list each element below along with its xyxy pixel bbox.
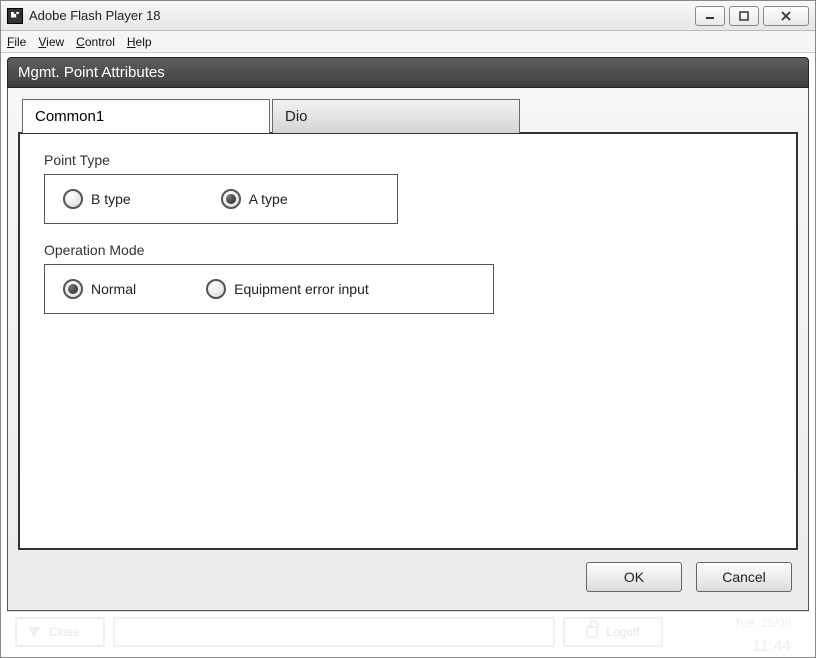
tab-label: Common1 (35, 108, 104, 125)
status-logoff-button[interactable]: Logoff (563, 617, 663, 647)
tab-dio[interactable]: Dio (272, 99, 520, 133)
tab-common1[interactable]: Common1 (22, 99, 270, 133)
maximize-button[interactable] (729, 6, 759, 26)
radio-label: B type (91, 191, 131, 207)
tabs: Common1 Dio (22, 98, 798, 132)
dialog-buttons: OK Cancel (18, 550, 798, 596)
menu-file[interactable]: File (7, 35, 26, 49)
point-type-group: B type A type (44, 174, 398, 224)
radio-icon (63, 279, 83, 299)
radio-b-type[interactable]: B type (63, 189, 131, 209)
radio-label: Normal (91, 281, 136, 297)
app-body: Mgmt. Point Attributes Common1 Dio Point… (1, 53, 815, 657)
minimize-icon (705, 11, 715, 21)
radio-icon (63, 189, 83, 209)
tab-content: Point Type B type A type Operation Mode (18, 132, 798, 550)
status-spacer (113, 617, 555, 647)
attributes-panel: Mgmt. Point Attributes Common1 Dio Point… (7, 57, 809, 611)
radio-icon (206, 279, 226, 299)
button-label: Cancel (722, 569, 766, 585)
tab-label: Dio (285, 108, 308, 125)
status-close-button[interactable]: Close (15, 617, 105, 647)
menu-control[interactable]: Control (76, 35, 115, 49)
arrow-down-icon (27, 627, 41, 637)
close-window-button[interactable] (763, 6, 809, 26)
radio-label: Equipment error input (234, 281, 369, 297)
status-close-label: Close (49, 625, 80, 639)
ok-button[interactable]: OK (586, 562, 682, 592)
window-title: Adobe Flash Player 18 (29, 8, 695, 23)
status-datetime: Tue, 25/08 11:44 (671, 617, 801, 647)
status-time: 11:44 (752, 638, 791, 656)
maximize-icon (739, 11, 749, 21)
status-date: Tue, 25/08 (734, 617, 791, 630)
operation-mode-label: Operation Mode (44, 242, 772, 258)
close-icon (780, 11, 792, 21)
panel-title: Mgmt. Point Attributes (7, 57, 809, 88)
menu-help[interactable]: Help (127, 35, 152, 49)
statusbar: Close Logoff Tue, 25/08 11:44 (7, 611, 809, 651)
radio-equipment-error[interactable]: Equipment error input (206, 279, 369, 299)
radio-icon (221, 189, 241, 209)
menubar: File View Control Help (1, 31, 815, 53)
minimize-button[interactable] (695, 6, 725, 26)
status-logoff-label: Logoff (606, 625, 639, 639)
radio-label: A type (249, 191, 288, 207)
operation-mode-group: Normal Equipment error input (44, 264, 494, 314)
window-controls (695, 6, 809, 26)
cancel-button[interactable]: Cancel (696, 562, 792, 592)
point-type-label: Point Type (44, 152, 772, 168)
radio-a-type[interactable]: A type (221, 189, 288, 209)
lock-icon (586, 626, 598, 638)
radio-normal[interactable]: Normal (63, 279, 136, 299)
button-label: OK (624, 569, 644, 585)
menu-view[interactable]: View (38, 35, 64, 49)
panel-inner: Common1 Dio Point Type B type (7, 88, 809, 611)
app-window: Adobe Flash Player 18 File View Control … (0, 0, 816, 658)
titlebar: Adobe Flash Player 18 (1, 1, 815, 31)
flash-icon (7, 8, 23, 24)
